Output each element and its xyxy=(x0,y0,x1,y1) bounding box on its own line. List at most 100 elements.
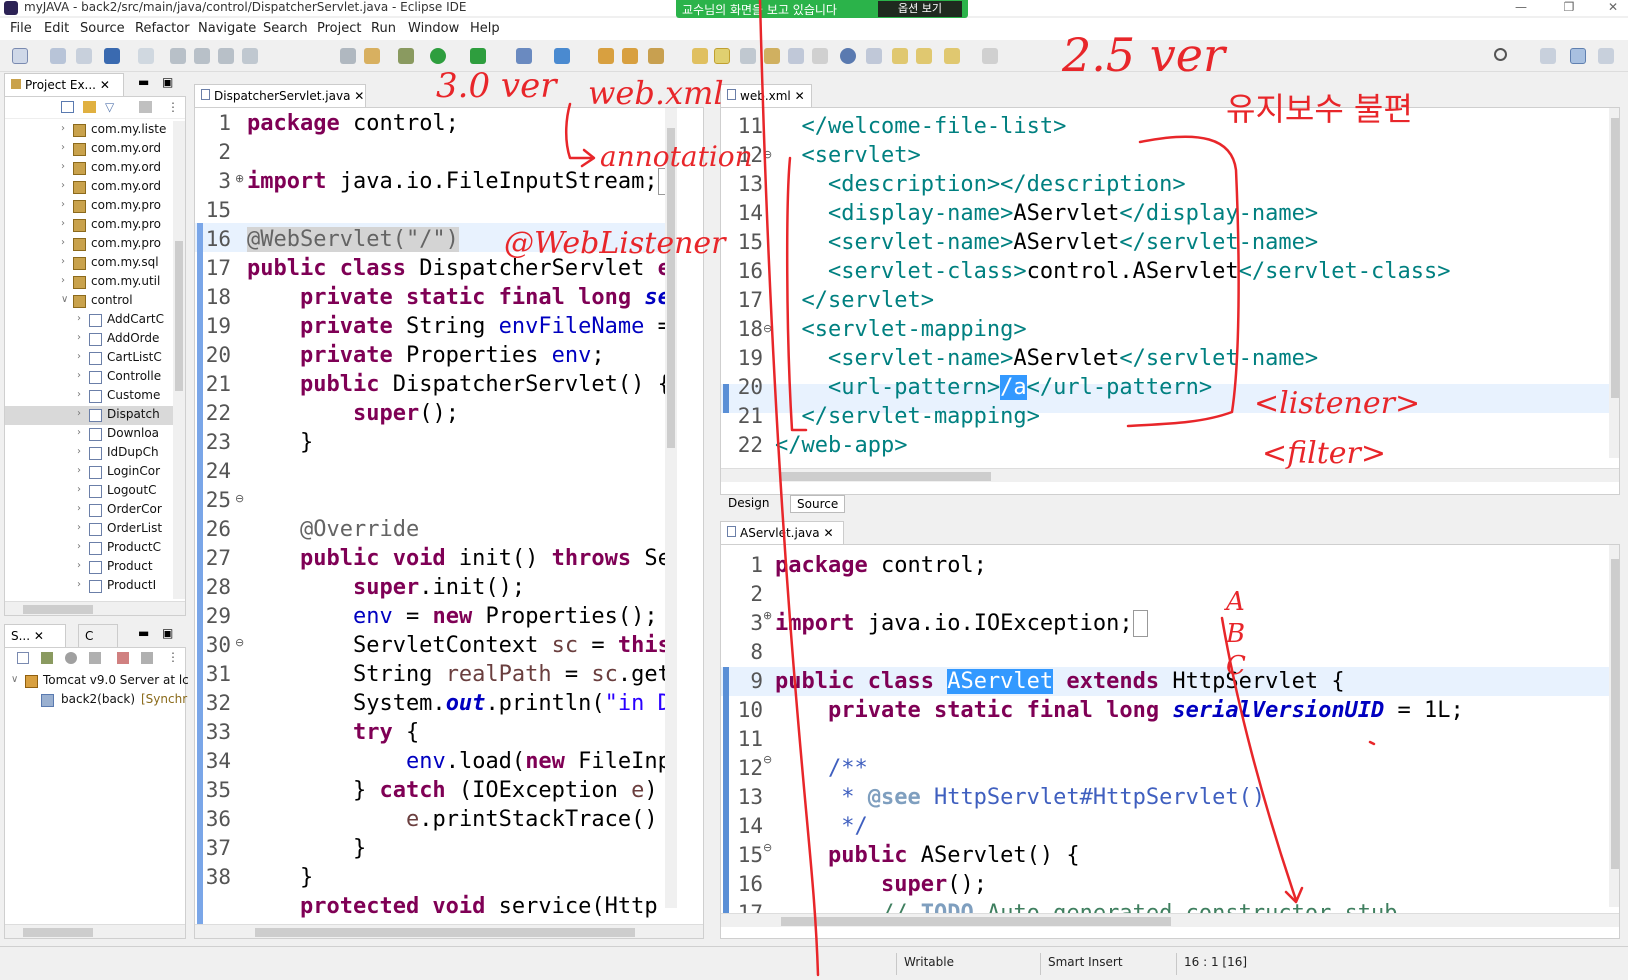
fold-icon[interactable]: ⊖ xyxy=(235,492,244,505)
package-row[interactable]: › com.my.pro xyxy=(5,235,173,254)
close-tab-icon[interactable]: ✕ xyxy=(823,526,833,540)
servers-hscroll[interactable] xyxy=(5,924,185,938)
aservlet-editor-hscroll[interactable] xyxy=(721,913,1619,927)
close-icon[interactable]: ✕ xyxy=(1598,0,1628,16)
forward-edit-icon[interactable] xyxy=(916,48,932,64)
tab-project-explorer[interactable]: Project Ex... ✕ xyxy=(4,73,124,97)
scroll-thumb[interactable] xyxy=(255,928,635,937)
menu-project[interactable]: Project xyxy=(317,21,361,36)
class-row[interactable]: › ProductI xyxy=(5,577,173,596)
collapse-icon[interactable] xyxy=(17,652,29,664)
scroll-thumb[interactable] xyxy=(1611,118,1619,398)
fold-icon[interactable]: ⊖ xyxy=(763,322,772,335)
close-tab-icon[interactable]: ✕ xyxy=(100,78,110,92)
expand-arrow-icon[interactable]: › xyxy=(77,427,87,438)
scroll-thumb[interactable] xyxy=(781,917,1171,926)
minimize-icon[interactable]: — xyxy=(1506,0,1536,16)
search-icon[interactable] xyxy=(1494,48,1507,61)
package-row[interactable]: › com.my.ord xyxy=(5,159,173,178)
aservlet-editor[interactable]: 123891011121314151617 ⊕ ⊖ ⊖ package cont… xyxy=(720,544,1620,939)
expand-arrow-icon[interactable]: › xyxy=(61,237,71,248)
debug-config-icon[interactable] xyxy=(364,48,380,64)
close-tab-icon[interactable]: ✕ xyxy=(354,89,364,103)
new-icon[interactable] xyxy=(12,48,28,64)
last-edit-icon[interactable] xyxy=(892,48,908,64)
tab-servers[interactable]: S... ✕ xyxy=(4,624,66,648)
left-editor-hscroll[interactable] xyxy=(195,924,703,938)
sync-icon[interactable] xyxy=(139,101,152,113)
fold-icon[interactable]: ⊖ xyxy=(235,636,244,649)
resume-icon[interactable] xyxy=(170,48,186,64)
package-row[interactable]: › com.my.util xyxy=(5,273,173,292)
debug-icon[interactable] xyxy=(398,48,414,64)
class-row[interactable]: › Downloa xyxy=(5,425,173,444)
expand-arrow-icon[interactable]: › xyxy=(61,161,71,172)
fold-icon[interactable]: ⊖ xyxy=(763,753,772,766)
scroll-thumb[interactable] xyxy=(23,928,93,937)
menu-navigate[interactable]: Navigate xyxy=(198,21,256,36)
filter-icon[interactable]: ▽ xyxy=(105,100,114,114)
run-external-icon[interactable] xyxy=(470,48,486,64)
open-resource-icon[interactable] xyxy=(622,48,638,64)
menu-window[interactable]: Window xyxy=(408,21,459,36)
use-step-filters-icon[interactable] xyxy=(340,48,356,64)
expand-arrow-icon[interactable]: › xyxy=(77,313,87,324)
expand-arrow-icon[interactable]: › xyxy=(77,541,87,552)
menu-refactor[interactable]: Refactor xyxy=(135,21,190,36)
menu-file[interactable]: File xyxy=(10,21,32,36)
package-row[interactable]: › com.my.liste xyxy=(5,121,173,140)
aservlet-editor-vscroll[interactable] xyxy=(1609,545,1619,907)
fold-icon[interactable]: ⊖ xyxy=(763,148,772,161)
package-row[interactable]: › com.my.sql xyxy=(5,254,173,273)
debug-server-icon[interactable] xyxy=(41,652,53,664)
class-row[interactable]: › OrderCor xyxy=(5,501,173,520)
expand-arrow-icon[interactable]: › xyxy=(61,142,71,153)
package-row[interactable]: › com.my.pro xyxy=(5,216,173,235)
expand-arrow-icon[interactable]: › xyxy=(77,351,87,362)
tab-web-xml[interactable]: web.xml ✕ xyxy=(720,84,812,108)
expand-arrow-icon[interactable]: › xyxy=(61,218,71,229)
restore-icon[interactable]: ❐ xyxy=(1554,0,1584,16)
web-xml-editor[interactable]: 11 12 13 14 15 16 17 18 19 20 21 22 ⊖ ⊖ </welcome-f… xyxy=(720,107,1620,495)
expand-arrow-icon[interactable]: › xyxy=(77,465,87,476)
class-row[interactable]: › CartListC xyxy=(5,349,173,368)
share-options-button[interactable]: 옵션 보기 xyxy=(878,1,962,17)
minimize-view-icon[interactable]: ▬ xyxy=(138,626,149,640)
expand-arrow-icon[interactable]: › xyxy=(77,389,87,400)
open-perspective-icon[interactable] xyxy=(1540,48,1556,64)
scroll-thumb[interactable] xyxy=(175,241,183,391)
expand-arrow-icon[interactable]: › xyxy=(77,503,87,514)
terminate-icon[interactable] xyxy=(218,48,234,64)
expand-arrow-icon[interactable]: › xyxy=(61,256,71,267)
next-annotation-icon[interactable] xyxy=(764,48,780,64)
expand-arrow-icon[interactable]: › xyxy=(61,275,71,286)
menu-source[interactable]: Source xyxy=(80,21,125,36)
maximize-view-icon[interactable]: ▣ xyxy=(162,75,173,89)
class-row[interactable]: › AddCartC xyxy=(5,311,173,330)
start-server-icon[interactable] xyxy=(65,652,77,664)
project-explorer-hscroll[interactable] xyxy=(5,601,185,615)
stop-server-icon[interactable] xyxy=(117,652,129,664)
search-web-icon[interactable] xyxy=(866,48,882,64)
expand-arrow-icon[interactable]: › xyxy=(61,199,71,210)
save-icon[interactable] xyxy=(50,48,66,64)
xml-editor-vscroll[interactable] xyxy=(1609,108,1619,458)
collapse-arrow-icon[interactable]: ∨ xyxy=(11,674,21,685)
package-row[interactable]: ∨ control xyxy=(5,292,173,311)
toggle-mark-icon[interactable] xyxy=(692,48,708,64)
menu-search[interactable]: Search xyxy=(263,21,308,36)
profile-server-icon[interactable] xyxy=(89,652,101,664)
forward-icon[interactable] xyxy=(982,48,998,64)
class-row[interactable]: › Dispatch xyxy=(5,406,173,425)
expand-arrow-icon[interactable]: › xyxy=(77,370,87,381)
fold-icon[interactable]: ⊕ xyxy=(763,609,772,622)
expand-arrow-icon[interactable]: › xyxy=(77,579,87,590)
maximize-view-icon[interactable]: ▣ xyxy=(162,626,173,640)
highlight-icon[interactable] xyxy=(714,48,730,64)
tab-source[interactable]: Source xyxy=(790,495,846,513)
scroll-thumb[interactable] xyxy=(23,605,93,614)
menu-run[interactable]: Run xyxy=(371,21,396,36)
console-icon[interactable] xyxy=(104,48,120,64)
fold-icon[interactable]: ⊖ xyxy=(763,841,772,854)
skip-breakpoints-icon[interactable] xyxy=(138,48,154,64)
